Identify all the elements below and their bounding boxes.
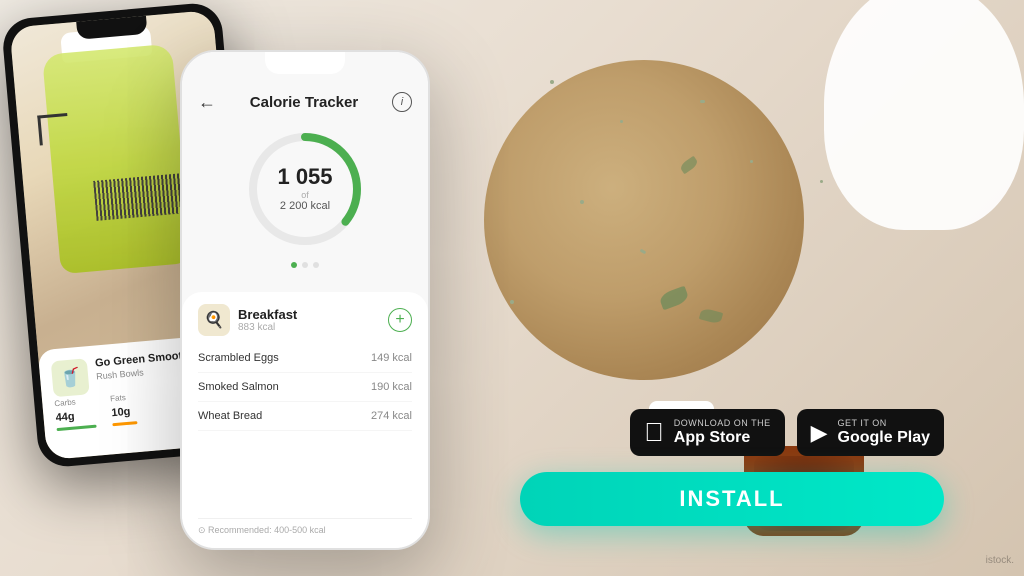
phone-screen: ← Calorie Tracker i 1 055 of 2 200 kcal: [182, 52, 428, 548]
herb-speck: [550, 80, 554, 84]
meals-section: 🍳 Breakfast 883 kcal + Scrambled Eggs 14…: [182, 292, 428, 548]
app-store-top-text: Download on the: [674, 418, 771, 428]
google-play-top-text: GET IT ON: [838, 418, 930, 428]
dot-3: [313, 262, 319, 268]
meal-item-2: Smoked Salmon 190 kcal: [198, 373, 412, 402]
meal-title-group: 🍳 Breakfast 883 kcal: [198, 304, 297, 336]
fats-macro: Fats 10g: [110, 392, 138, 426]
meal-item-kcal-2: 190 kcal: [371, 381, 412, 393]
app-header: ← Calorie Tracker i: [182, 80, 428, 124]
app-store-text: Download on the App Store: [674, 418, 771, 447]
back-button[interactable]: ←: [198, 92, 216, 113]
meal-item-kcal-1: 149 kcal: [371, 352, 412, 364]
meal-item-name-2: Smoked Salmon: [198, 381, 279, 393]
google-play-main-text: Google Play: [838, 428, 930, 447]
breakfast-title: Breakfast: [238, 307, 297, 322]
calorie-current: 1 055: [277, 166, 332, 188]
apple-icon: : [644, 417, 664, 448]
phone-front-mockup: ← Calorie Tracker i 1 055 of 2 200 kcal: [180, 50, 430, 550]
phone-notch-front: [265, 52, 345, 74]
meal-header: 🍳 Breakfast 883 kcal +: [198, 304, 412, 336]
corner-bracket-tl: [37, 113, 70, 146]
herb-speck: [580, 200, 584, 204]
watermark: istock.: [986, 555, 1014, 566]
meal-item-name-1: Scrambled Eggs: [198, 352, 279, 364]
app-store-main-text: App Store: [674, 428, 771, 447]
product-icon: 🥤: [51, 358, 90, 397]
meal-item-1: Scrambled Eggs 149 kcal: [198, 344, 412, 373]
meal-item-name-3: Wheat Bread: [198, 410, 262, 422]
carbs-label: Carbs: [54, 396, 95, 408]
ring-center-text: 1 055 of 2 200 kcal: [277, 166, 332, 212]
carbs-bar: [57, 425, 97, 431]
app-store-button[interactable]:  Download on the App Store: [630, 409, 784, 456]
meal-title-block: Breakfast 883 kcal: [238, 307, 297, 333]
smoothie-bottle: [42, 44, 191, 274]
fats-value: 10g: [111, 406, 131, 420]
info-button[interactable]: i: [392, 92, 412, 112]
wooden-board: [484, 60, 804, 380]
carbs-macro: Carbs 44g: [54, 396, 97, 431]
breakfast-icon: 🍳: [198, 304, 230, 336]
herb-speck: [820, 180, 823, 183]
breakfast-kcal: 883 kcal: [238, 322, 297, 333]
recommended-text: ⊙ Recommended: 400-500 kcal: [198, 518, 412, 536]
calorie-section: 1 055 of 2 200 kcal: [182, 124, 428, 268]
pagination-dots: [291, 262, 319, 268]
herb-speck: [750, 160, 753, 163]
calorie-ring-container: 1 055 of 2 200 kcal: [240, 124, 370, 254]
herb-speck: [510, 300, 514, 304]
app-title: Calorie Tracker: [250, 94, 358, 111]
carbs-value: 44g: [55, 411, 75, 425]
teapot-decoration: [824, 0, 1024, 230]
herb-speck: [620, 120, 623, 123]
calorie-max: 2 200 kcal: [277, 200, 332, 212]
add-meal-button[interactable]: +: [388, 308, 412, 332]
herb-speck: [700, 100, 705, 103]
fats-label: Fats: [110, 392, 136, 403]
install-label: INSTALL: [679, 486, 784, 512]
calorie-of-label: of: [277, 190, 332, 200]
install-button[interactable]: INSTALL: [520, 472, 944, 526]
google-play-text: GET IT ON Google Play: [838, 418, 930, 447]
google-play-button[interactable]: ▶ GET IT ON Google Play: [797, 409, 944, 456]
dot-1: [291, 262, 297, 268]
google-play-icon: ▶: [811, 420, 828, 446]
meal-item-kcal-3: 274 kcal: [371, 410, 412, 422]
product-brand: Rush Bowls: [96, 367, 144, 381]
meal-item-3: Wheat Bread 274 kcal: [198, 402, 412, 431]
fats-bar: [112, 421, 137, 426]
store-buttons-container:  Download on the App Store ▶ GET IT ON …: [630, 409, 944, 456]
macro-row: Carbs 44g Fats 10g: [54, 392, 137, 431]
dot-2: [302, 262, 308, 268]
